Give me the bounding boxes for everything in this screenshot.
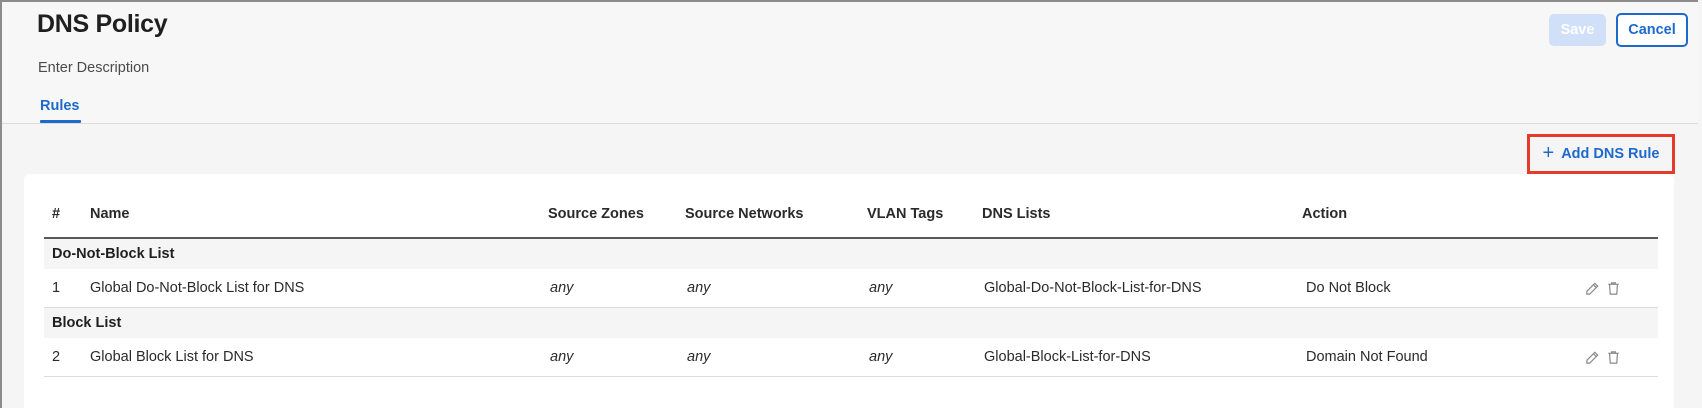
- column-header-action[interactable]: Action: [1302, 191, 1497, 239]
- edit-icon[interactable]: [1585, 350, 1600, 365]
- rule-name: Global Do-Not-Block List for DNS: [90, 269, 548, 308]
- row-actions: [1497, 338, 1658, 377]
- description-field[interactable]: Enter Description: [38, 60, 149, 76]
- plus-icon: +: [1542, 141, 1555, 164]
- table-header-row: # Name Source Zones Source Networks VLAN…: [44, 191, 1658, 239]
- group-row-do-not-block: Do-Not-Block List: [44, 238, 1658, 269]
- table-row[interactable]: 1 Global Do-Not-Block List for DNS any a…: [44, 269, 1658, 308]
- rule-name: Global Block List for DNS: [90, 338, 548, 377]
- rule-source-networks: any: [685, 338, 867, 377]
- column-header-row-actions: [1497, 191, 1658, 239]
- rules-card: # Name Source Zones Source Networks VLAN…: [24, 174, 1674, 408]
- rule-dns-lists: Global-Do-Not-Block-List-for-DNS: [982, 269, 1302, 308]
- add-dns-rule-label: Add DNS Rule: [1561, 146, 1660, 162]
- row-actions: [1497, 269, 1658, 308]
- rule-dns-lists: Global-Block-List-for-DNS: [982, 338, 1302, 377]
- save-button[interactable]: Save: [1549, 14, 1606, 46]
- group-label: Block List: [44, 307, 1658, 338]
- group-label: Do-Not-Block List: [44, 238, 1658, 269]
- page-header: DNS Policy Enter Description Rules Save …: [2, 2, 1698, 124]
- rule-number: 1: [44, 269, 90, 308]
- rule-vlan-tags: any: [867, 269, 982, 308]
- column-header-dns-lists[interactable]: DNS Lists: [982, 191, 1302, 239]
- app-frame: DNS Policy Enter Description Rules Save …: [0, 0, 1698, 408]
- rule-action: Do Not Block: [1302, 269, 1497, 308]
- rule-number: 2: [44, 338, 90, 377]
- trash-icon[interactable]: [1606, 281, 1621, 296]
- trash-icon[interactable]: [1606, 350, 1621, 365]
- column-header-source-networks[interactable]: Source Networks: [685, 191, 867, 239]
- active-tab-indicator: [40, 120, 81, 123]
- rule-vlan-tags: any: [867, 338, 982, 377]
- cancel-button[interactable]: Cancel: [1616, 13, 1688, 47]
- column-header-source-zones[interactable]: Source Zones: [548, 191, 685, 239]
- rule-source-zones: any: [548, 338, 685, 377]
- tab-rules[interactable]: Rules: [40, 98, 80, 114]
- column-header-number: #: [44, 191, 90, 239]
- table-row[interactable]: 2 Global Block List for DNS any any any …: [44, 338, 1658, 377]
- column-header-vlan-tags[interactable]: VLAN Tags: [867, 191, 982, 239]
- column-header-name[interactable]: Name: [90, 191, 548, 239]
- rules-table: # Name Source Zones Source Networks VLAN…: [44, 191, 1658, 377]
- rule-action: Domain Not Found: [1302, 338, 1497, 377]
- page-title: DNS Policy: [37, 10, 168, 38]
- edit-icon[interactable]: [1585, 281, 1600, 296]
- group-row-block-list: Block List: [44, 307, 1658, 338]
- rule-source-zones: any: [548, 269, 685, 308]
- add-dns-rule-button[interactable]: + Add DNS Rule: [1527, 134, 1675, 174]
- rule-source-networks: any: [685, 269, 867, 308]
